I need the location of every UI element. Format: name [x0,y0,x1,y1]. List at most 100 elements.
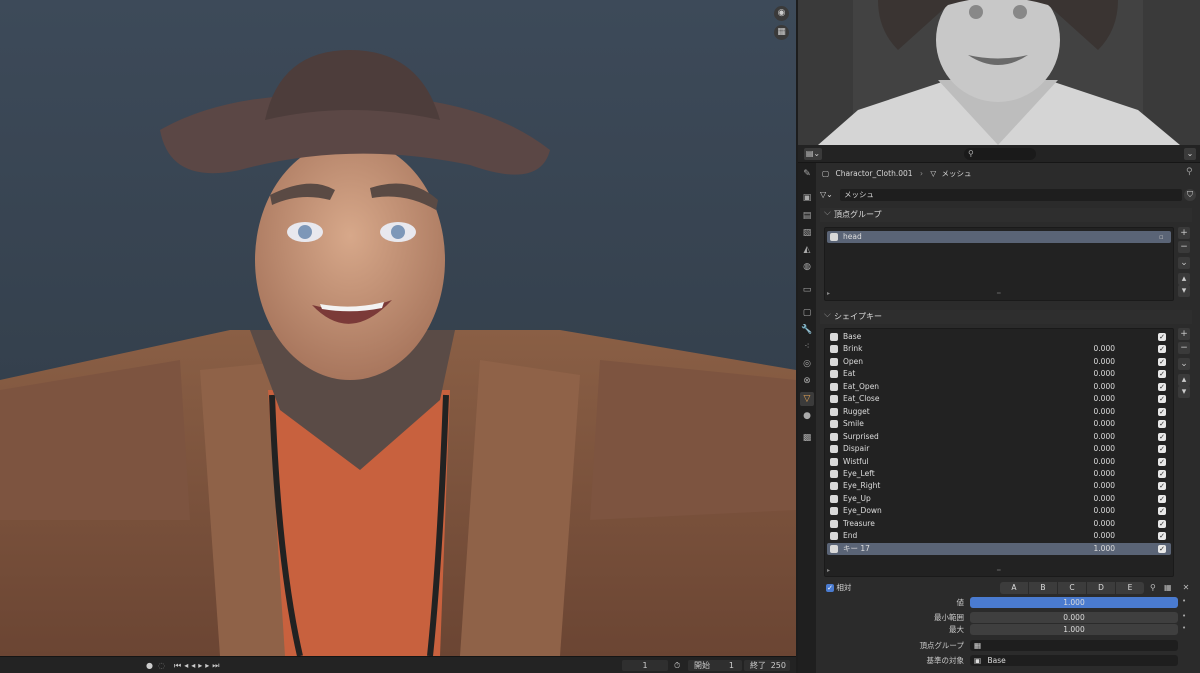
shape-key-mute-checkbox[interactable]: ✓ [1158,507,1166,516]
max-field[interactable]: 1.000 [970,624,1178,635]
shape-key-value[interactable]: 0.000 [1067,518,1115,530]
shape-key-value[interactable]: 0.000 [1067,456,1115,468]
shape-key-value[interactable]: 0.000 [1067,480,1115,492]
edit-mode-icon[interactable]: ▦ [1164,582,1176,594]
letter-button-e[interactable]: E [1116,582,1144,594]
shape-key-row[interactable]: Eye_Right 0.000 ✓ [827,480,1171,492]
keyframe-dot-icon[interactable]: • [1182,597,1186,605]
shape-key-row[interactable]: Eye_Up 0.000 ✓ [827,493,1171,505]
clear-icon[interactable]: ✕ [1180,582,1192,594]
lock-icon[interactable]: ▫ [1159,231,1164,243]
shape-key-row[interactable]: キー 17 1.000 ✓ [827,542,1171,555]
mesh-browse-icon[interactable]: ▽⌄ [820,189,838,201]
tab-collection[interactable]: ▭ [800,283,814,297]
shape-key-row[interactable]: Brink 0.000 ✓ [827,343,1171,355]
shape-key-row[interactable]: Base ✓ [827,331,1171,343]
shape-key-mute-checkbox[interactable]: ✓ [1158,544,1166,553]
letter-button-b[interactable]: B [1029,582,1057,594]
remove-shape-key-button[interactable]: − [1178,342,1190,354]
shape-key-value[interactable]: 0.000 [1067,431,1115,443]
vertex-group-menu-button[interactable]: ⌄ [1178,257,1190,269]
vertex-group-list[interactable]: head ▫ ▸ ═ [824,227,1174,301]
keyframe-icon[interactable]: ◌ [158,660,165,671]
tab-physics[interactable]: ◎ [800,357,814,371]
shape-key-row[interactable]: Eye_Left 0.000 ✓ [827,468,1171,480]
shape-key-value[interactable]: 0.000 [1067,381,1115,393]
keyframe-dot-icon-2[interactable]: • [1182,612,1186,620]
list-expand-icon[interactable]: ▸ [827,290,830,297]
shape-key-value[interactable]: 0.000 [1067,343,1115,355]
shape-key-value[interactable]: 0.000 [1067,356,1115,368]
tab-texture[interactable]: ▩ [800,431,814,445]
shape-key-row[interactable]: Treasure 0.000 ✓ [827,518,1171,530]
relative-checkbox[interactable]: ✓ 相対 [826,582,851,594]
pin-shape-icon[interactable]: ⚲ [1150,582,1162,594]
tab-data[interactable]: ▽ [800,392,814,406]
editor-type-icon[interactable]: ▤⌄ [804,148,822,160]
shape-key-row[interactable]: Smile 0.000 ✓ [827,418,1171,430]
3d-viewport[interactable]: ◉ ▦ [0,0,796,656]
shape-key-value[interactable]: 0.000 [1067,505,1115,517]
shape-keys-header[interactable]: シェイプキー [820,308,1192,324]
shape-key-mute-checkbox[interactable]: ✓ [1158,382,1166,391]
vertex-group-select[interactable]: ▦ [970,640,1178,651]
vertex-groups-header[interactable]: 頂点グループ [820,206,1192,222]
shape-key-mute-checkbox[interactable]: ✓ [1158,345,1166,354]
shape-key-row[interactable]: Dispair 0.000 ✓ [827,443,1171,455]
add-vertex-group-button[interactable]: + [1178,227,1190,239]
options-dropdown[interactable]: ⌄ [1184,148,1196,160]
shape-key-row[interactable]: Eye_Down 0.000 ✓ [827,505,1171,517]
shape-key-value[interactable]: 0.000 [1067,393,1115,405]
shape-key-value[interactable]: 0.000 [1067,406,1115,418]
shape-key-row[interactable]: Open 0.000 ✓ [827,356,1171,368]
fake-user-icon[interactable]: ⛉ [1184,189,1196,201]
remove-vertex-group-button[interactable]: − [1178,241,1190,253]
move-down-button[interactable]: ▾ [1178,285,1190,297]
shape-key-value[interactable]: 0.000 [1067,530,1115,542]
shape-key-mute-checkbox[interactable]: ✓ [1158,519,1166,528]
shape-key-mute-checkbox[interactable]: ✓ [1158,457,1166,466]
list-resize-handle-2[interactable]: ═ [997,567,1001,574]
shape-key-mute-checkbox[interactable]: ✓ [1158,357,1166,366]
tab-object[interactable]: ▢ [800,306,814,320]
shape-key-row[interactable]: Eat_Open 0.000 ✓ [827,381,1171,393]
grid-icon[interactable]: ▦ [774,25,789,40]
tab-modifiers[interactable]: 🔧 [800,323,814,337]
vertex-group-row[interactable]: head ▫ [827,231,1171,243]
record-icon[interactable]: ● [146,660,153,671]
letter-button-a[interactable]: A [1000,582,1028,594]
playback-controls[interactable]: ⏮◂◂▸▸⏭ [174,660,222,671]
tab-constraints[interactable]: ⊗ [800,374,814,388]
shape-key-row[interactable]: Surprised 0.000 ✓ [827,431,1171,443]
shape-key-down-button[interactable]: ▾ [1178,386,1190,398]
shape-key-value[interactable]: 0.000 [1067,418,1115,430]
value-slider[interactable]: 1.000 [970,597,1178,608]
shape-key-mute-checkbox[interactable]: ✓ [1158,333,1166,341]
shape-key-value[interactable]: 0.000 [1067,493,1115,505]
list-expand-icon-2[interactable]: ▸ [827,567,830,574]
shape-key-up-button[interactable]: ▴ [1178,374,1190,386]
tab-scene[interactable]: ◭ [800,243,814,257]
tab-world[interactable]: ◍ [800,260,814,274]
add-shape-key-button[interactable]: + [1178,328,1190,340]
letter-button-d[interactable]: D [1087,582,1115,594]
shape-key-list[interactable]: Base ✓ Brink 0.000 ✓ Open 0.000 ✓ Eat 0.000 ✓ Eat_O… [824,328,1174,577]
relative-to-select[interactable]: ▣ Base [970,655,1178,666]
move-up-button[interactable]: ▴ [1178,273,1190,285]
start-frame-field[interactable]: 開始 1 [688,660,742,671]
shape-key-mute-checkbox[interactable]: ✓ [1158,445,1166,454]
mesh-name-field[interactable]: メッシュ [840,189,1182,201]
shape-key-mute-checkbox[interactable]: ✓ [1158,532,1166,541]
keyframe-dot-icon-3[interactable]: • [1182,624,1186,632]
shape-key-mute-checkbox[interactable]: ✓ [1158,420,1166,429]
shape-key-value[interactable]: 0.000 [1067,368,1115,380]
shape-key-row[interactable]: Wistful 0.000 ✓ [827,456,1171,468]
tab-render[interactable]: ▣ [800,191,814,205]
preview-viewport[interactable] [798,0,1200,145]
shape-key-mute-checkbox[interactable]: ✓ [1158,370,1166,379]
shape-key-mute-checkbox[interactable]: ✓ [1158,395,1166,404]
letter-button-c[interactable]: C [1058,582,1086,594]
camera-icon[interactable]: ◉ [774,6,789,21]
min-field[interactable]: 0.000 [970,612,1178,623]
search-input[interactable]: ⚲ [964,148,1036,160]
